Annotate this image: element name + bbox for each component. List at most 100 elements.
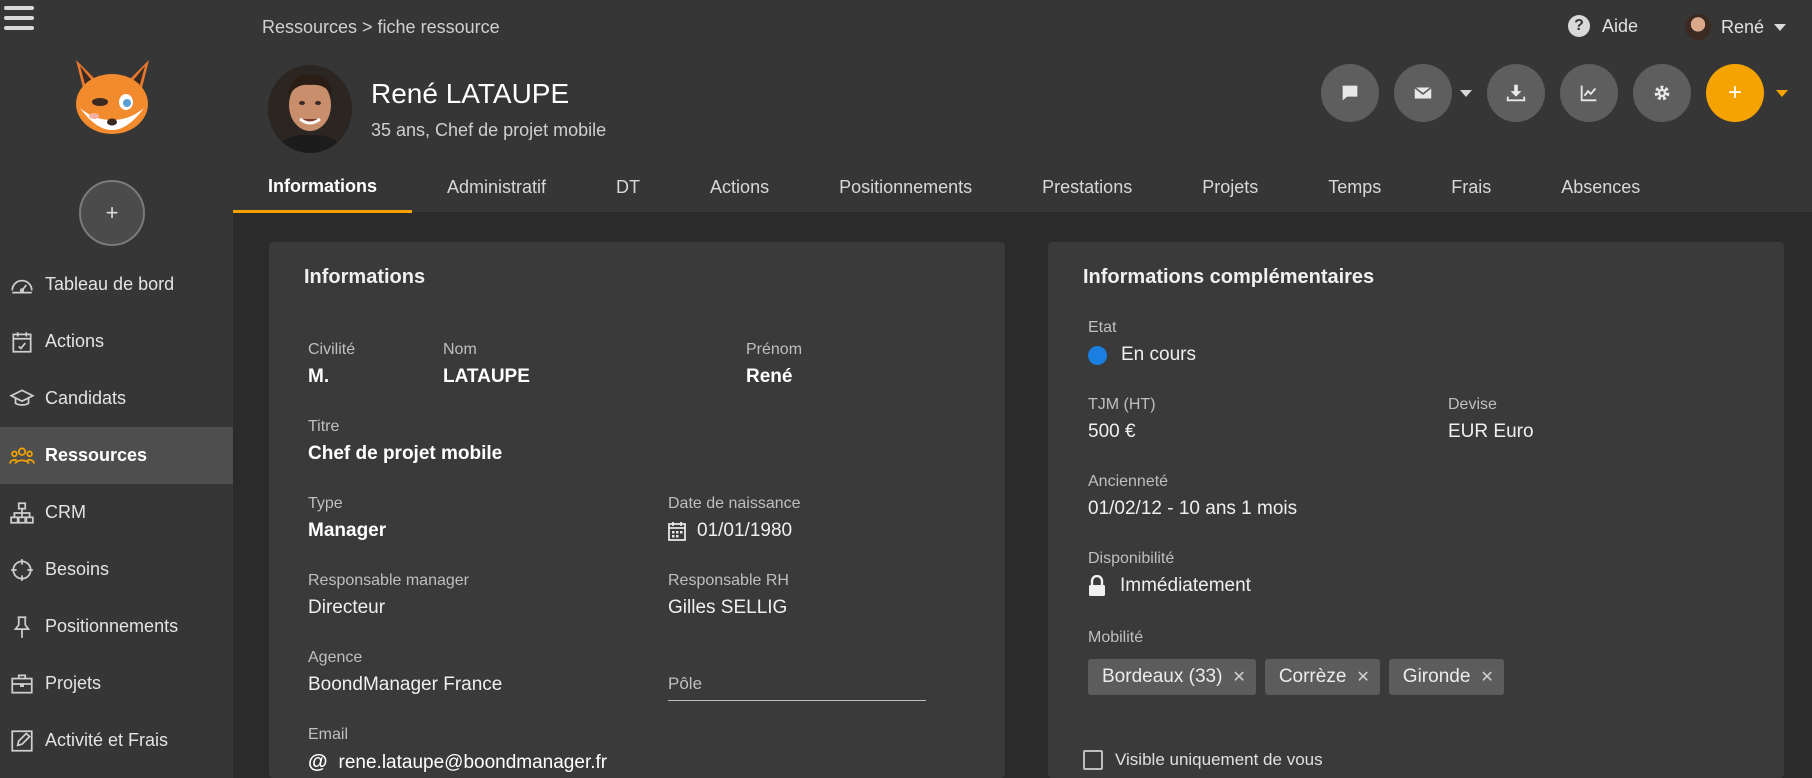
tab-absences[interactable]: Absences bbox=[1526, 162, 1675, 213]
tab-informations[interactable]: Informations bbox=[233, 162, 413, 213]
breadcrumb[interactable]: Ressources > fiche ressource bbox=[262, 17, 500, 38]
mobilite-chip[interactable]: Bordeaux (33) ✕ bbox=[1088, 659, 1256, 695]
etat-value: En cours bbox=[1121, 344, 1196, 365]
stats-button[interactable] bbox=[1560, 64, 1618, 122]
anciennete-label: Ancienneté bbox=[1088, 473, 1169, 490]
resp-rh-value: Gilles SELLIG bbox=[668, 597, 788, 618]
prenom-field[interactable]: Prénom René bbox=[746, 341, 802, 388]
sidebar-item-label: Projets bbox=[45, 673, 102, 693]
sidebar-item-candidats[interactable]: Candidats bbox=[0, 370, 233, 427]
resp-manager-field[interactable]: Responsable manager Directeur bbox=[308, 572, 469, 619]
graduation-cap-icon bbox=[0, 386, 45, 412]
tab-frais[interactable]: Frais bbox=[1416, 162, 1526, 213]
tjm-field[interactable]: TJM (HT) 500 € bbox=[1088, 396, 1156, 443]
close-icon[interactable]: ✕ bbox=[1232, 667, 1245, 687]
close-icon[interactable]: ✕ bbox=[1356, 667, 1369, 687]
email-dropdown-icon[interactable] bbox=[1460, 89, 1472, 97]
pole-input[interactable]: Pôle bbox=[668, 674, 926, 701]
anciennete-field[interactable]: Ancienneté 01/02/12 - 10 ans 1 mois bbox=[1088, 473, 1297, 520]
add-button[interactable]: + bbox=[79, 180, 145, 246]
nom-value: LATAUPE bbox=[443, 366, 530, 387]
status-dot-icon bbox=[1088, 345, 1107, 365]
edit-icon bbox=[0, 728, 45, 754]
action-toolbar: + bbox=[1321, 64, 1788, 122]
sidebar-item-positionnements[interactable]: Positionnements bbox=[0, 598, 233, 655]
resp-rh-label: Responsable RH bbox=[668, 572, 789, 589]
user-menu[interactable]: René bbox=[1685, 14, 1787, 40]
chip-label: Bordeaux (33) bbox=[1102, 666, 1223, 687]
add-action-button[interactable]: + bbox=[1706, 64, 1764, 122]
visible-checkbox-row[interactable]: Visible uniquement de vous bbox=[1083, 750, 1323, 770]
tab-projets[interactable]: Projets bbox=[1167, 162, 1293, 213]
sidebar-item-projets[interactable]: Projets bbox=[0, 655, 233, 712]
menu-icon[interactable] bbox=[4, 6, 34, 32]
avatar bbox=[1685, 14, 1711, 40]
add-dropdown-icon[interactable] bbox=[1776, 89, 1788, 97]
chevron-down-icon bbox=[1774, 23, 1787, 31]
chip-label: Gironde bbox=[1402, 666, 1471, 687]
settings-button[interactable] bbox=[1633, 64, 1691, 122]
email-value[interactable]: rene.lataupe@boondmanager.fr bbox=[339, 752, 608, 774]
type-value: Manager bbox=[308, 520, 387, 541]
resp-rh-field[interactable]: Responsable RH Gilles SELLIG bbox=[668, 572, 789, 619]
sidebar-item-besoins[interactable]: Besoins bbox=[0, 541, 233, 598]
close-icon[interactable]: ✕ bbox=[1480, 667, 1493, 687]
profile-avatar bbox=[268, 65, 352, 153]
mobilite-label: Mobilité bbox=[1088, 629, 1144, 646]
tab-dt[interactable]: DT bbox=[581, 162, 675, 213]
civilite-value: M. bbox=[308, 366, 330, 387]
devise-value: EUR Euro bbox=[1448, 421, 1534, 442]
email-field[interactable]: Email @ rene.lataupe@boondmanager.fr bbox=[308, 726, 607, 774]
sidebar-item-ressources[interactable]: Ressources bbox=[0, 427, 233, 484]
devise-field[interactable]: Devise EUR Euro bbox=[1448, 396, 1534, 443]
mobilite-chip[interactable]: Gironde ✕ bbox=[1388, 659, 1504, 695]
help-label: Aide bbox=[1602, 15, 1639, 36]
tab-positionnements[interactable]: Positionnements bbox=[804, 162, 1007, 213]
agence-field[interactable]: Agence BoondManager France bbox=[308, 649, 502, 696]
nom-label: Nom bbox=[443, 341, 477, 358]
breadcrumb-text[interactable]: Ressources > fiche ressource bbox=[262, 17, 500, 37]
download-button[interactable] bbox=[1487, 64, 1545, 122]
sidebar-item-crm[interactable]: CRM bbox=[0, 484, 233, 541]
visible-checkbox[interactable] bbox=[1083, 750, 1103, 770]
disponibilite-field[interactable]: Disponibilité Immédiatement bbox=[1088, 550, 1251, 597]
civilite-field[interactable]: Civilité M. bbox=[308, 341, 355, 388]
civilite-label: Civilité bbox=[308, 341, 356, 358]
sidebar-item-actions[interactable]: Actions bbox=[0, 313, 233, 370]
comment-button[interactable] bbox=[1321, 64, 1379, 122]
tab-actions[interactable]: Actions bbox=[675, 162, 804, 213]
titre-value: Chef de projet mobile bbox=[308, 443, 503, 464]
etat-field[interactable]: Etat En cours bbox=[1088, 319, 1196, 366]
mobilite-chip[interactable]: Corrèze ✕ bbox=[1264, 659, 1380, 695]
resp-manager-value: Directeur bbox=[308, 597, 386, 618]
sidebar-item-tableau-de-bord[interactable]: Tableau de bord bbox=[0, 256, 233, 313]
help-link[interactable]: ? Aide bbox=[1568, 15, 1638, 37]
type-label: Type bbox=[308, 495, 343, 512]
crosshair-icon bbox=[0, 557, 45, 583]
mobilite-field[interactable]: Mobilité Bordeaux (33) ✕ Corrèze ✕ Gironde… bbox=[1088, 629, 1504, 695]
tab-temps[interactable]: Temps bbox=[1293, 162, 1416, 213]
sidebar-item-label: Positionnements bbox=[45, 616, 179, 636]
email-label: Email bbox=[308, 726, 349, 743]
email-button[interactable] bbox=[1394, 64, 1452, 122]
resp-manager-label: Responsable manager bbox=[308, 572, 469, 589]
panel-title: Informations bbox=[304, 266, 426, 288]
tab-prestations[interactable]: Prestations bbox=[1007, 162, 1167, 213]
sidebar-item-label: Activité et Frais bbox=[45, 730, 169, 750]
prenom-value: René bbox=[746, 366, 793, 387]
type-field[interactable]: Type Manager bbox=[308, 495, 386, 542]
envelope-icon bbox=[1414, 86, 1432, 99]
sidebar-item-label: Ressources bbox=[45, 445, 148, 465]
tjm-value: 500 € bbox=[1088, 421, 1136, 442]
nom-field[interactable]: Nom LATAUPE bbox=[443, 341, 530, 388]
titre-field[interactable]: Titre Chef de projet mobile bbox=[308, 418, 502, 465]
informations-complementaires-panel: Informations complémentaires Etat En cou… bbox=[1048, 242, 1784, 778]
page-header: Ressources > fiche ressource ? Aide René… bbox=[233, 0, 1812, 213]
titre-label: Titre bbox=[308, 418, 340, 435]
date-naissance-field[interactable]: Date de naissance 01/01/1980 bbox=[668, 495, 801, 542]
sidebar-item-activite-et-frais[interactable]: Activité et Frais bbox=[0, 712, 233, 769]
agence-value: BoondManager France bbox=[308, 674, 503, 695]
tab-administratif[interactable]: Administratif bbox=[412, 162, 581, 213]
briefcase-icon bbox=[0, 671, 45, 697]
sidebar-item-label: Actions bbox=[45, 331, 105, 351]
